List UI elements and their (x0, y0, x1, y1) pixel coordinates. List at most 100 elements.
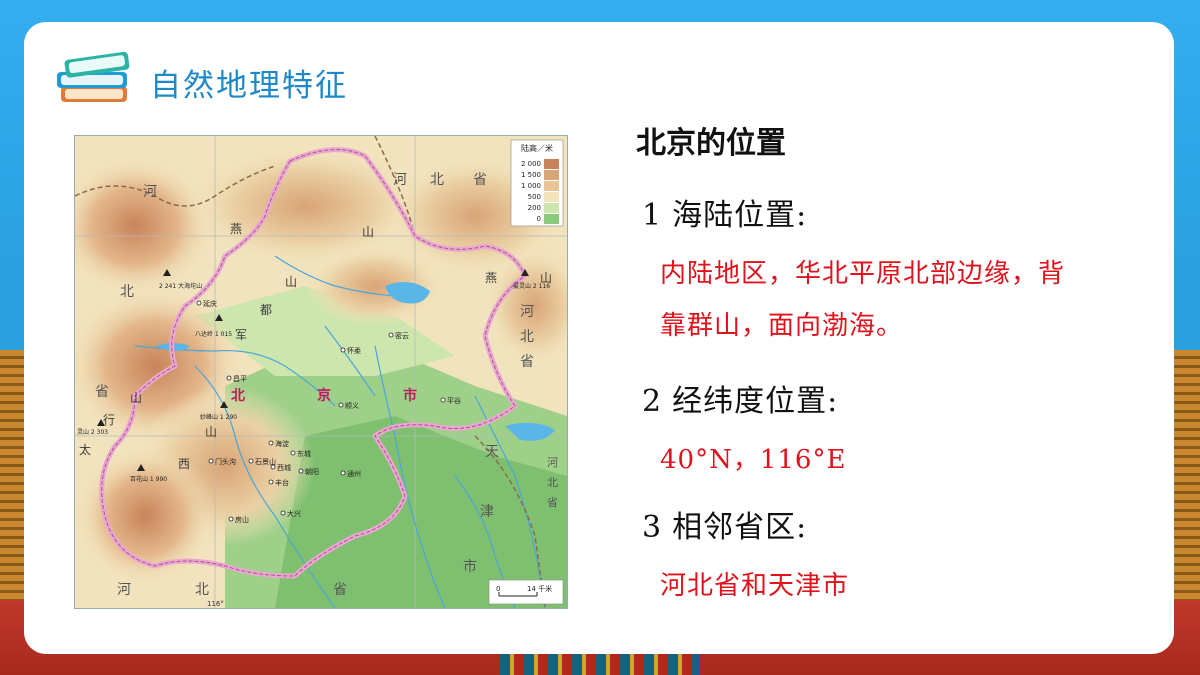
label-hebei-se-3: 省 (547, 496, 558, 509)
label-hebei-left-3: 省 (95, 384, 109, 400)
city-label-miyun: 密云 (395, 331, 409, 340)
label-yanshan-1: 燕 (230, 222, 242, 236)
label-hebei-top-2: 北 (430, 172, 444, 188)
label-tianjin-3: 市 (463, 558, 477, 575)
books-icon (55, 48, 135, 110)
legend-swatch (544, 214, 559, 224)
label-hebei-top-1: 河 (393, 172, 407, 188)
city-dot-daxing (280, 510, 286, 516)
city-dot-haidian (268, 440, 274, 446)
label-hebei-bottom-3: 省 (333, 582, 347, 598)
label-yanshan-2: 山 (362, 225, 374, 239)
label-beijing-2: 京 (317, 387, 331, 404)
city-label-fangshan: 房山 (235, 515, 249, 524)
city-label-xicheng: 西城 (277, 464, 291, 472)
section-heading: 北京的位置 (636, 126, 786, 161)
city-label-chaoyang: 朝阳 (305, 467, 319, 476)
city-label-shunyi: 顺义 (345, 402, 359, 410)
label-hebei-bottom-2: 北 (195, 582, 209, 598)
label-taihang-3: 山 (130, 391, 142, 405)
legend-label: 0 (537, 215, 541, 223)
city-label-huairou: 怀柔 (347, 346, 361, 355)
label-xishan-1: 西 (178, 457, 190, 471)
scale-end: 14 千米 (527, 584, 552, 593)
item-3-number: 3 (642, 510, 663, 545)
item-2-number: 2 (642, 384, 663, 419)
city-label-shijingshan: 石景山 (255, 457, 276, 466)
longitude-label: 116° (207, 600, 224, 608)
label-taihang-1: 太 (79, 442, 91, 457)
label-xishan-2: 山 (205, 425, 217, 439)
label-hebei-left-1: 河 (143, 184, 157, 200)
city-dot-fangshan (228, 516, 234, 522)
legend-swatch (544, 170, 559, 180)
city-dot-huairou (340, 347, 346, 353)
city-dot-miyun (388, 332, 394, 338)
label-beijing-3: 市 (403, 387, 417, 404)
label-jundu-1: 军 (235, 328, 247, 342)
city-dot-shijingshan (248, 458, 254, 464)
peak-haituo: 2 241 大海坨山 (159, 282, 202, 290)
legend-swatch (544, 203, 559, 213)
item-2-title: 经纬度位置: (672, 384, 839, 419)
item-3-answer: 河北省和天津市 (660, 571, 850, 601)
city-dot-yanqing (196, 300, 202, 306)
peak-baicao: 百花山 1 990 (130, 475, 167, 483)
label-hebei-right-3: 省 (520, 354, 534, 370)
label-hebei-top-3: 省 (473, 172, 487, 188)
city-label-changping: 昌平 (233, 375, 247, 383)
label-taihang-2: 行 (103, 413, 115, 427)
city-dot-chaoyang (298, 468, 304, 474)
legend-label: 1 000 (521, 182, 541, 190)
scale-bar: 0 14 千米 (488, 579, 564, 605)
city-dot-mentougou (208, 458, 214, 464)
item-1-title: 海陆位置: (672, 198, 808, 233)
peak-miaofeng: 妙峰山 1 290 (200, 413, 237, 421)
city-dot-fengtai (268, 479, 274, 485)
label-hebei-bottom-1: 河 (117, 582, 131, 598)
legend-swatch (544, 181, 559, 191)
legend-label: 200 (528, 204, 541, 212)
label-jundu-2: 都 (260, 303, 272, 317)
label-hebei-se-2: 北 (547, 476, 558, 489)
item-1-answer-line-1: 内陆地区，华北平原北部边缘，背 (660, 259, 1066, 289)
city-dot-changping (226, 375, 232, 381)
city-label-pinggu: 平谷 (447, 396, 461, 405)
label-yanshan-e-1: 燕 (485, 271, 497, 285)
city-label-fengtai: 丰台 (275, 478, 289, 487)
legend-label: 2 000 (521, 160, 541, 168)
item-2-answer: 40°N，116°E (660, 445, 847, 475)
city-dot-shunyi (338, 402, 344, 408)
slide-title: 自然地理特征 (150, 68, 348, 104)
legend-label: 1 500 (521, 171, 541, 179)
city-label-dongcheng: 东城 (297, 449, 311, 458)
peak-wuling: 雾灵山 2 116 (513, 282, 550, 290)
city-label-mentougou: 门头沟 (215, 457, 236, 466)
beijing-topographic-map: 陆高／米 2 000 1 500 1 000 500 200 0 0 14 千米 河 北 … (74, 135, 568, 609)
label-hebei-right-1: 河 (520, 304, 534, 320)
city-label-yanqing: 延庆 (203, 299, 217, 308)
label-tianjin-1: 天 (485, 444, 499, 460)
peak-lingshan: 灵山 2 303 (77, 428, 108, 436)
item-1-number: 1 (642, 198, 663, 233)
label-jundu-3: 山 (285, 275, 297, 289)
city-label-tongzhou: 通州 (347, 469, 361, 478)
label-hebei-left-2: 北 (120, 284, 134, 300)
item-3-heading: 3 相邻省区: (642, 502, 807, 546)
item-2-heading: 2 经纬度位置: (642, 376, 838, 420)
scale-start: 0 (496, 585, 500, 593)
label-beijing-1: 北 (231, 388, 245, 404)
legend-swatch (544, 192, 559, 202)
label-hebei-se-1: 河 (547, 456, 558, 469)
legend-swatch (544, 159, 559, 169)
peak-badaling: 八达岭 1 015 (195, 330, 232, 338)
city-dot-dongcheng (290, 450, 296, 456)
map-legend: 陆高／米 2 000 1 500 1 000 500 200 0 (510, 139, 564, 227)
legend-label: 500 (528, 193, 541, 201)
city-dot-pinggu (440, 397, 446, 403)
label-hebei-right-2: 北 (520, 329, 534, 345)
city-dot-tongzhou (340, 470, 346, 476)
city-label-daxing: 大兴 (287, 509, 301, 518)
city-label-haidian: 海淀 (275, 439, 289, 448)
legend-title: 陆高／米 (521, 143, 553, 153)
